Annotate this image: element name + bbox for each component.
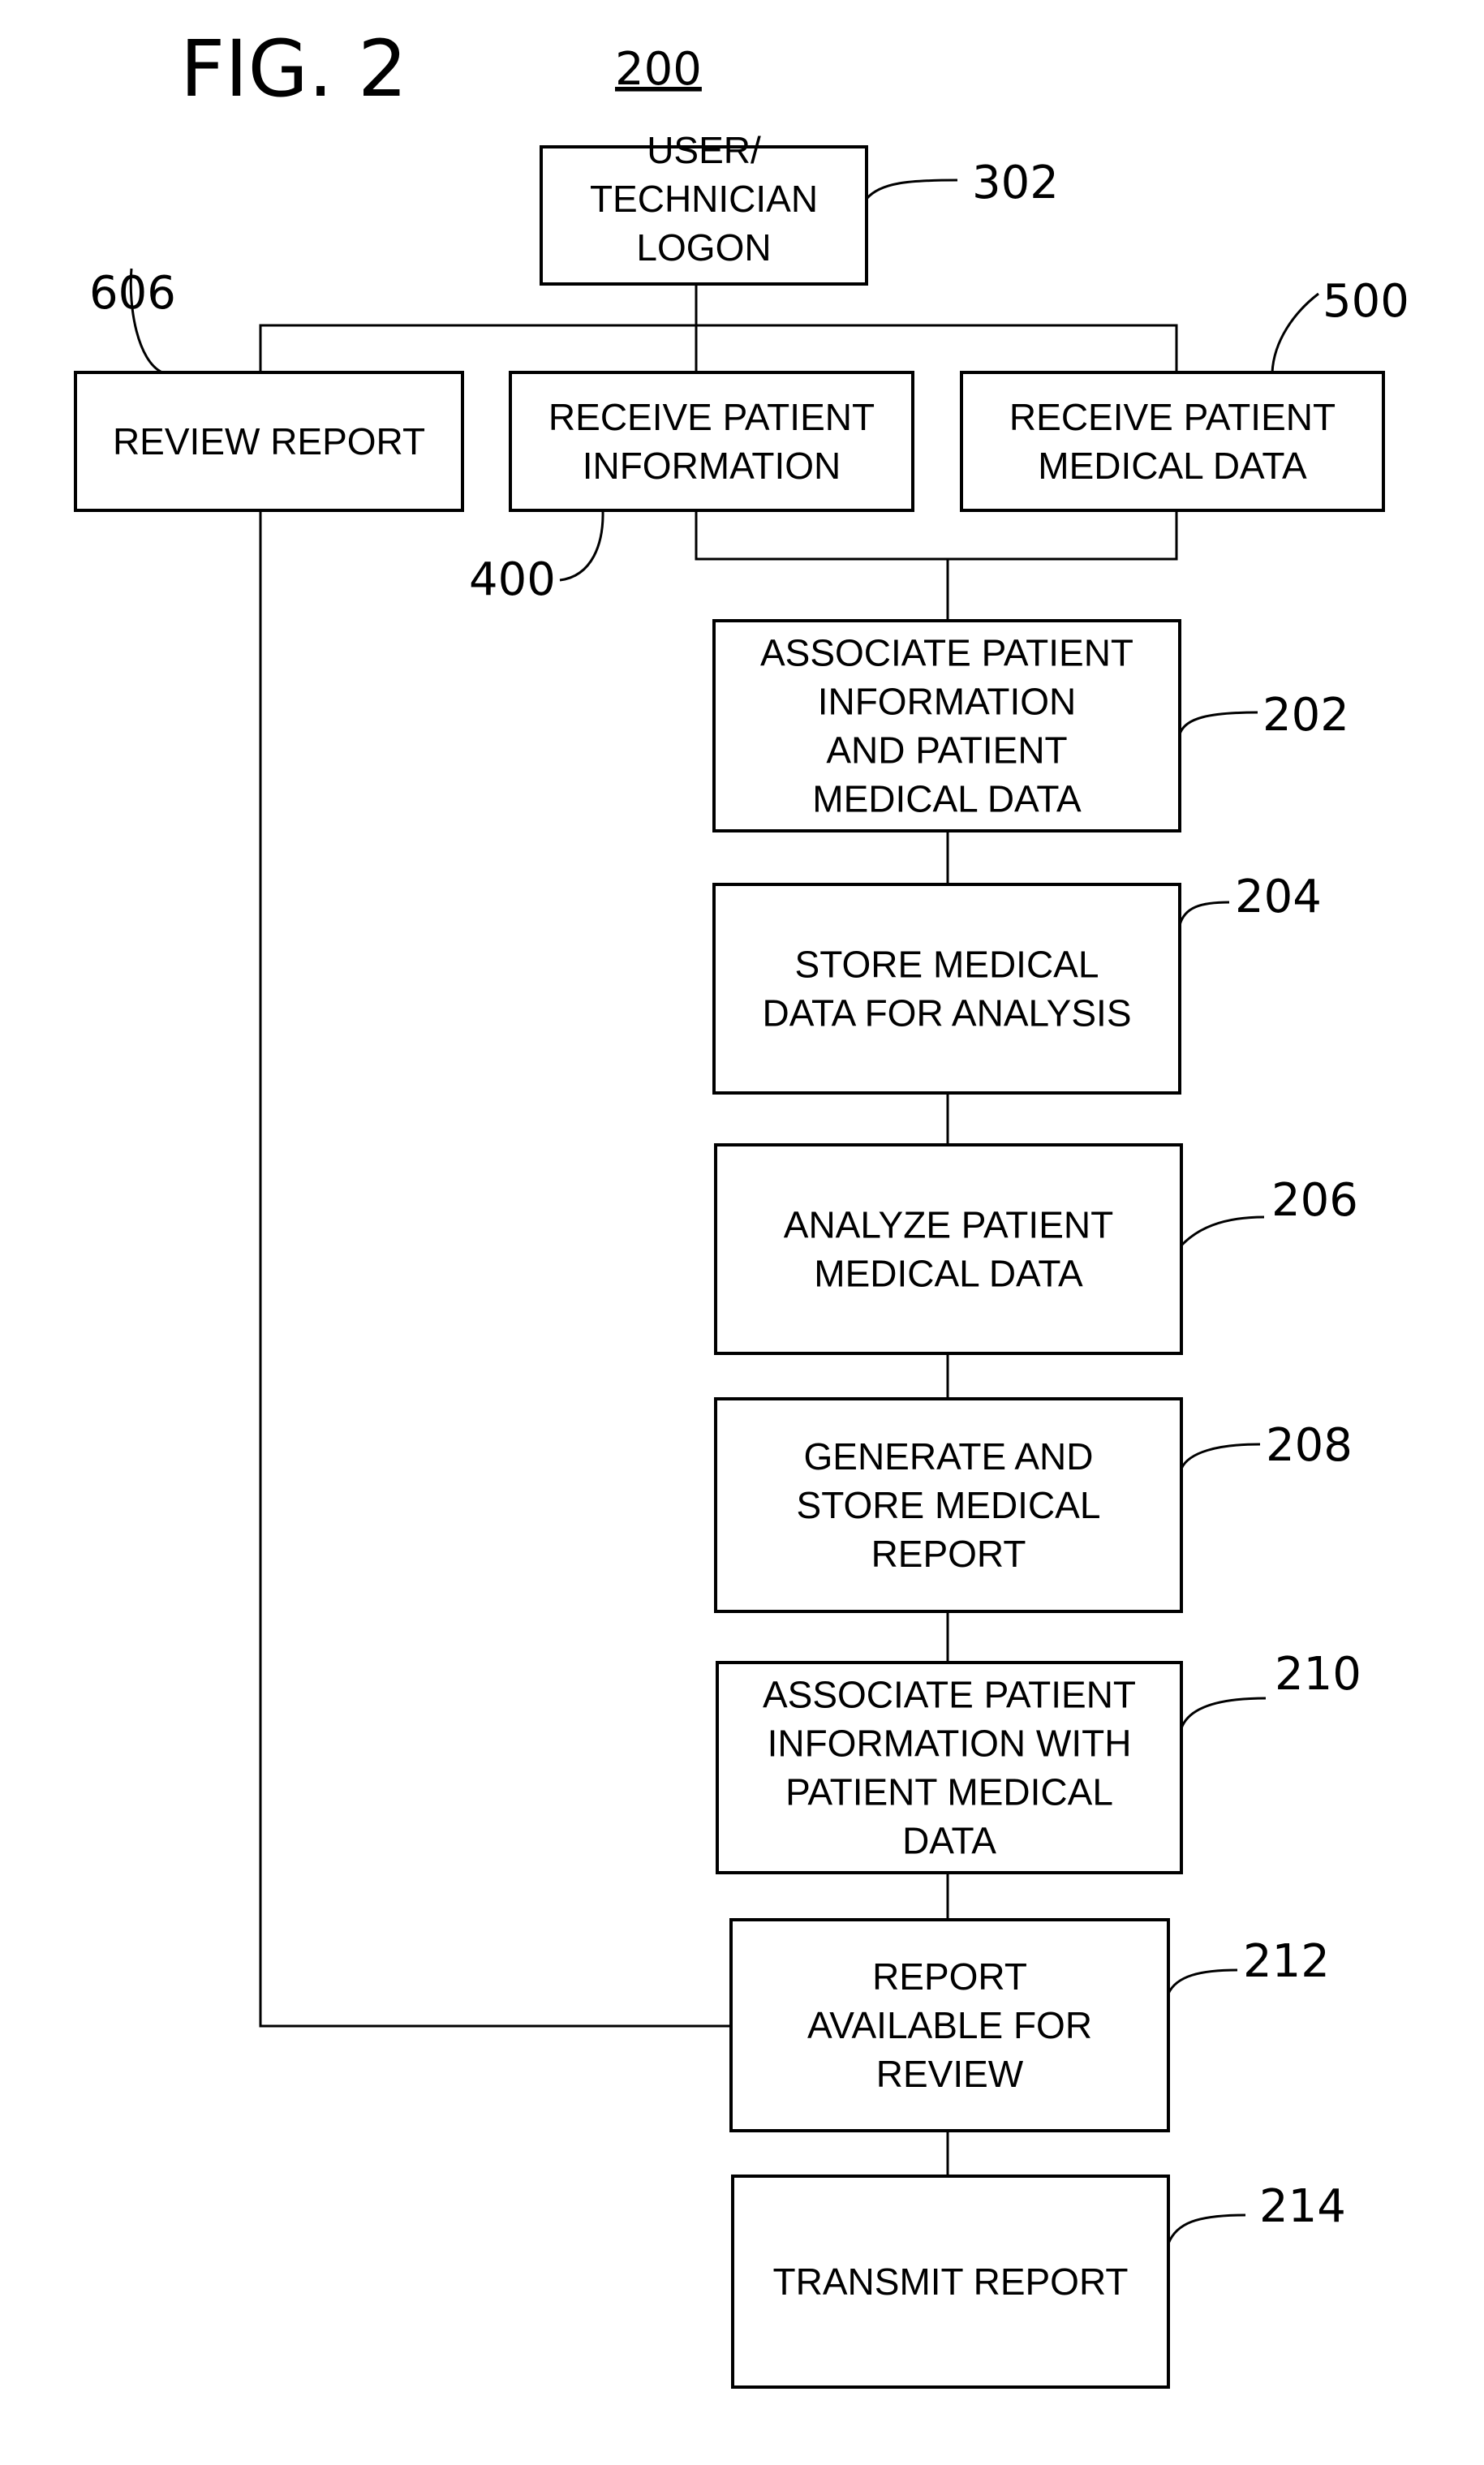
process-box-206: ANALYZE PATIENT MEDICAL DATA xyxy=(714,1143,1183,1355)
ref-label-206: 206 xyxy=(1271,1174,1358,1227)
leader-214 xyxy=(1167,2213,1246,2244)
box-label-line: PATIENT MEDICAL xyxy=(785,1771,1113,1813)
flowchart: FIG. 2 200 302 606 400 500 202 204 206 2… xyxy=(74,24,1409,2389)
box-label-line: AND PATIENT xyxy=(826,729,1067,772)
box-label-line: ASSOCIATE PATIENT xyxy=(763,1674,1136,1716)
box-label-line: ANALYZE PATIENT xyxy=(784,1204,1113,1246)
box-label-line: INFORMATION xyxy=(583,445,841,487)
process-box-202: ASSOCIATE PATIENT INFORMATION AND PATIENT M… xyxy=(712,619,1181,832)
ref-label-606: 606 xyxy=(89,267,176,320)
box-label-line: TECHNICIAN xyxy=(590,178,818,220)
box-label-line: ASSOCIATE PATIENT xyxy=(760,632,1133,674)
ref-label-208: 208 xyxy=(1266,1419,1353,1472)
box-label-line: AVAILABLE FOR xyxy=(807,2004,1092,2046)
box-label-line: RECEIVE PATIENT xyxy=(1009,396,1336,438)
process-box-214: TRANSMIT REPORT xyxy=(731,2175,1170,2389)
leader-500 xyxy=(1271,292,1319,373)
ref-label-500: 500 xyxy=(1323,275,1409,328)
ref-label-302: 302 xyxy=(972,157,1059,209)
process-box-212: REPORT AVAILABLE FOR REVIEW xyxy=(729,1918,1170,2132)
box-label-line: REPORT xyxy=(871,1533,1026,1575)
box-label-line: MEDICAL DATA xyxy=(812,778,1082,820)
leader-302 xyxy=(865,179,958,200)
leader-204 xyxy=(1178,901,1230,926)
box-label-line: STORE MEDICAL xyxy=(797,1484,1101,1526)
connector-top-bus xyxy=(259,324,1178,372)
figure-number: 200 xyxy=(615,43,702,96)
box-label-line: MEDICAL DATA xyxy=(814,1253,1083,1295)
process-box-204: STORE MEDICAL DATA FOR ANALYSIS xyxy=(712,883,1181,1095)
leader-210 xyxy=(1180,1697,1267,1729)
ref-label-400: 400 xyxy=(469,553,556,606)
leader-206 xyxy=(1180,1215,1265,1247)
box-label-line: REVIEW xyxy=(876,2053,1024,2095)
box-label-line: REPORT xyxy=(872,1955,1027,1998)
box-label-line: STORE MEDICAL xyxy=(795,944,1099,986)
box-label-line: INFORMATION xyxy=(818,681,1077,723)
process-box-302: USER/TECHNICIAN LOGON xyxy=(540,129,868,286)
process-box-210: ASSOCIATE PATIENT INFORMATION WITH PATIENT… xyxy=(716,1661,1183,1874)
ref-label-212: 212 xyxy=(1243,1935,1330,1988)
box-label-line: REVIEW REPORT xyxy=(113,420,425,462)
ref-label-204: 204 xyxy=(1235,871,1322,923)
box-label-line: INFORMATION WITH xyxy=(768,1723,1132,1765)
connector-606-212 xyxy=(259,510,731,2028)
leader-400 xyxy=(559,510,604,582)
box-label-line: LOGON xyxy=(636,226,771,269)
connector-bottom-bus xyxy=(695,510,1178,561)
process-box-208: GENERATE AND STORE MEDICAL REPORT xyxy=(714,1397,1183,1613)
box-label-line: RECEIVE PATIENT xyxy=(548,396,875,438)
process-box-500: RECEIVE PATIENT MEDICAL DATA xyxy=(960,371,1385,512)
figure-title: FIG. 2 xyxy=(180,24,407,114)
box-outline xyxy=(960,371,1385,512)
process-boxes: USER/TECHNICIAN LOGON REVIEW REPORT RECEIVE… xyxy=(74,129,1385,2389)
ref-label-210: 210 xyxy=(1275,1648,1361,1701)
ref-label-214: 214 xyxy=(1259,2180,1346,2233)
leader-202 xyxy=(1178,711,1258,735)
box-label-line: TRANSMIT REPORT xyxy=(773,2261,1129,2303)
box-label-line: DATA xyxy=(902,1820,996,1862)
box-outline xyxy=(712,883,1181,1095)
box-label-line: DATA FOR ANALYSIS xyxy=(762,992,1131,1035)
box-label-line: GENERATE AND xyxy=(804,1435,1094,1478)
process-box-606: REVIEW REPORT xyxy=(74,371,464,512)
box-outline xyxy=(714,1143,1183,1355)
box-label-line: USER/ xyxy=(647,129,761,171)
leader-208 xyxy=(1180,1443,1261,1469)
ref-label-202: 202 xyxy=(1262,689,1349,742)
leader-212 xyxy=(1167,1968,1238,1994)
box-outline xyxy=(509,371,914,512)
box-label-line: MEDICAL DATA xyxy=(1038,445,1307,487)
process-box-400: RECEIVE PATIENT INFORMATION xyxy=(509,371,914,512)
